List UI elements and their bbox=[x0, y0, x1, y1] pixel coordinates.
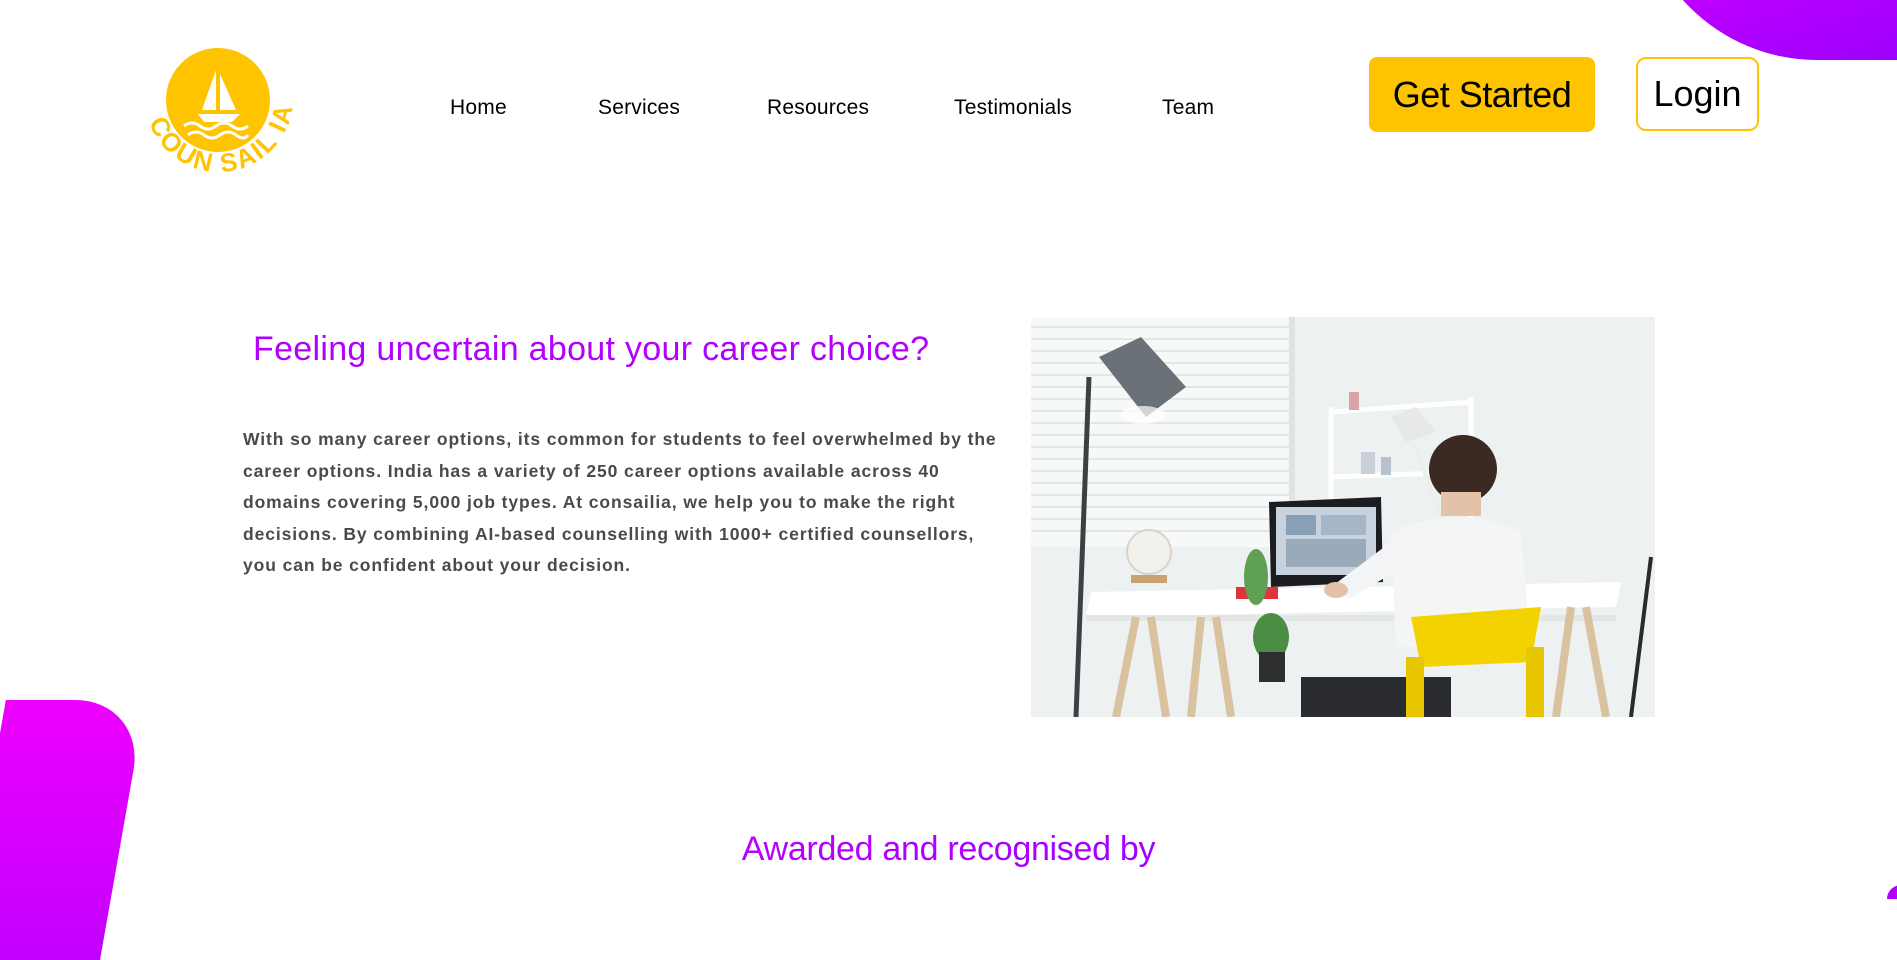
nav-item-team[interactable]: Team bbox=[1162, 96, 1214, 120]
hero-image-student-at-desk bbox=[1031, 317, 1655, 717]
hero-description: With so many career options, its common … bbox=[243, 429, 997, 575]
nav-item-home[interactable]: Home bbox=[450, 96, 507, 120]
nav-item-services[interactable]: Services bbox=[598, 96, 680, 120]
counsailia-logo[interactable]: COUN SAIL IA bbox=[140, 40, 300, 180]
hero-title: Feeling uncertain about your career choi… bbox=[253, 330, 930, 368]
get-started-button[interactable]: Get Started bbox=[1369, 57, 1595, 132]
awards-section-title: Awarded and recognised by bbox=[0, 830, 1897, 869]
decorative-blob-bottom-right bbox=[1887, 885, 1897, 899]
nav-item-resources[interactable]: Resources bbox=[767, 96, 869, 120]
login-button[interactable]: Login bbox=[1636, 57, 1759, 131]
decorative-blob-top-right bbox=[1637, 0, 1897, 60]
nav-item-testimonials[interactable]: Testimonials bbox=[954, 96, 1072, 120]
